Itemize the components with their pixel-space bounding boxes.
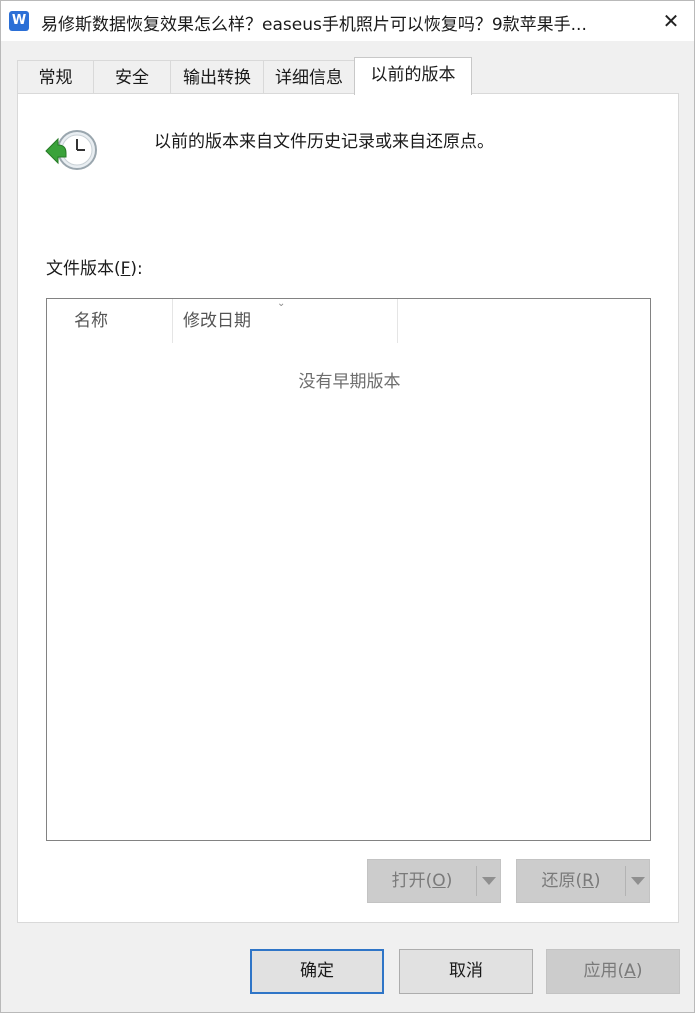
properties-dialog: W 易修斯数据恢复效果怎么样？easeus手机照片可以恢复吗？9款苹果手... …	[0, 0, 695, 1013]
apply-button[interactable]: 应用(A)	[546, 949, 680, 994]
close-icon: ✕	[662, 9, 680, 33]
description-text: 以前的版本来自文件历史记录或来自还原点。	[154, 132, 494, 152]
file-versions-list[interactable]: 名称 修改日期 ⌄ 没有早期版本	[46, 298, 651, 841]
title-bar[interactable]: W 易修斯数据恢复效果怎么样？easeus手机照片可以恢复吗？9款苹果手... …	[1, 1, 694, 41]
open-button-label[interactable]: 打开(O)	[368, 860, 476, 902]
column-header-modified-date[interactable]: 修改日期	[173, 299, 398, 343]
sort-caret-icon: ⌄	[277, 298, 286, 309]
tab-previous-versions[interactable]: 以前的版本	[354, 57, 472, 95]
close-button[interactable]: ✕	[648, 1, 694, 41]
column-header-name[interactable]: 名称	[47, 299, 173, 343]
window-title: 易修斯数据恢复效果怎么样？easeus手机照片可以恢复吗？9款苹果手...	[41, 15, 587, 35]
wps-document-icon: W	[9, 11, 29, 31]
ok-button[interactable]: 确定	[250, 949, 384, 994]
tab-details[interactable]: 详细信息	[263, 60, 355, 94]
tab-general[interactable]: 常规	[17, 60, 94, 94]
open-dropdown-arrow[interactable]	[477, 860, 500, 902]
chevron-down-icon	[481, 877, 496, 885]
restore-button-label[interactable]: 还原(R)	[517, 860, 625, 902]
previous-versions-panel: 以前的版本来自文件历史记录或来自还原点。 文件版本(F): 名称 修改日期 ⌄ …	[17, 93, 679, 923]
empty-list-message: 没有早期版本	[298, 372, 401, 392]
file-versions-label: 文件版本(F):	[46, 259, 143, 279]
clock-restore-icon	[45, 130, 97, 170]
tab-output-conversion[interactable]: 输出转换	[170, 60, 264, 94]
restore-split-button[interactable]: 还原(R)	[516, 859, 650, 903]
cancel-button[interactable]: 取消	[399, 949, 533, 994]
restore-dropdown-arrow[interactable]	[626, 860, 649, 902]
open-split-button[interactable]: 打开(O)	[367, 859, 501, 903]
chevron-down-icon	[630, 877, 645, 885]
tab-security[interactable]: 安全	[93, 60, 171, 94]
